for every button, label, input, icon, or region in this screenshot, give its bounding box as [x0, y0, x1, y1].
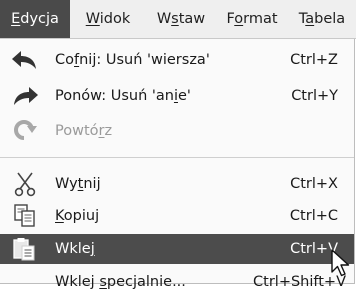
redo-shortcut: Ctrl+Y — [291, 88, 338, 104]
undo-label: Cofnij: Usuń 'wiersza' — [55, 52, 210, 68]
paste-label: Wklej — [55, 241, 95, 257]
edit-dropdown-menu: Cofnij: Usuń 'wiersza' Ctrl+Z Ponów: Usu… — [0, 39, 355, 290]
repeat-label: Powtórz — [55, 123, 113, 139]
cut-label: Wytnij — [55, 176, 101, 192]
undo-shortcut: Ctrl+Z — [290, 52, 338, 68]
menu-separator — [0, 157, 354, 158]
copy-label: Kopiuj — [55, 208, 100, 224]
menu-item-copy[interactable]: Kopiuj Ctrl+C — [0, 201, 354, 231]
menu-view[interactable]: Widok — [70, 0, 146, 38]
menu-item-repeat: Powtórz — [0, 116, 354, 146]
paste-icon — [13, 238, 35, 261]
cut-shortcut: Ctrl+X — [290, 176, 338, 192]
menu-item-paste[interactable]: Wklej Ctrl+V — [0, 234, 354, 264]
paste-special-label: Wklej specjalnie... — [55, 274, 186, 290]
menu-format[interactable]: Format — [216, 0, 288, 38]
redo-arrow-icon — [14, 87, 38, 105]
scissors-icon — [14, 172, 36, 197]
copy-shortcut: Ctrl+C — [289, 208, 338, 224]
menu-item-paste-special[interactable]: Wklej specjalnie... Ctrl+Shift+V — [0, 267, 354, 297]
copy-icon — [14, 204, 35, 227]
menu-item-redo[interactable]: Ponów: Usuń 'anie' Ctrl+Y — [0, 81, 354, 111]
menu-edit[interactable]: Edycja — [0, 0, 70, 38]
mouse-pointer-icon — [331, 249, 350, 277]
redo-label: Ponów: Usuń 'anie' — [55, 88, 191, 104]
repeat-icon — [14, 120, 37, 140]
menu-table[interactable]: Tabela — [288, 0, 356, 38]
menu-insert[interactable]: Wstaw — [146, 0, 216, 38]
menu-item-undo[interactable]: Cofnij: Usuń 'wiersza' Ctrl+Z — [0, 45, 354, 75]
menu-bar: Edycja Widok Wstaw Format Tabela — [0, 0, 356, 39]
menu-item-cut[interactable]: Wytnij Ctrl+X — [0, 169, 354, 199]
undo-arrow-icon — [12, 51, 36, 69]
